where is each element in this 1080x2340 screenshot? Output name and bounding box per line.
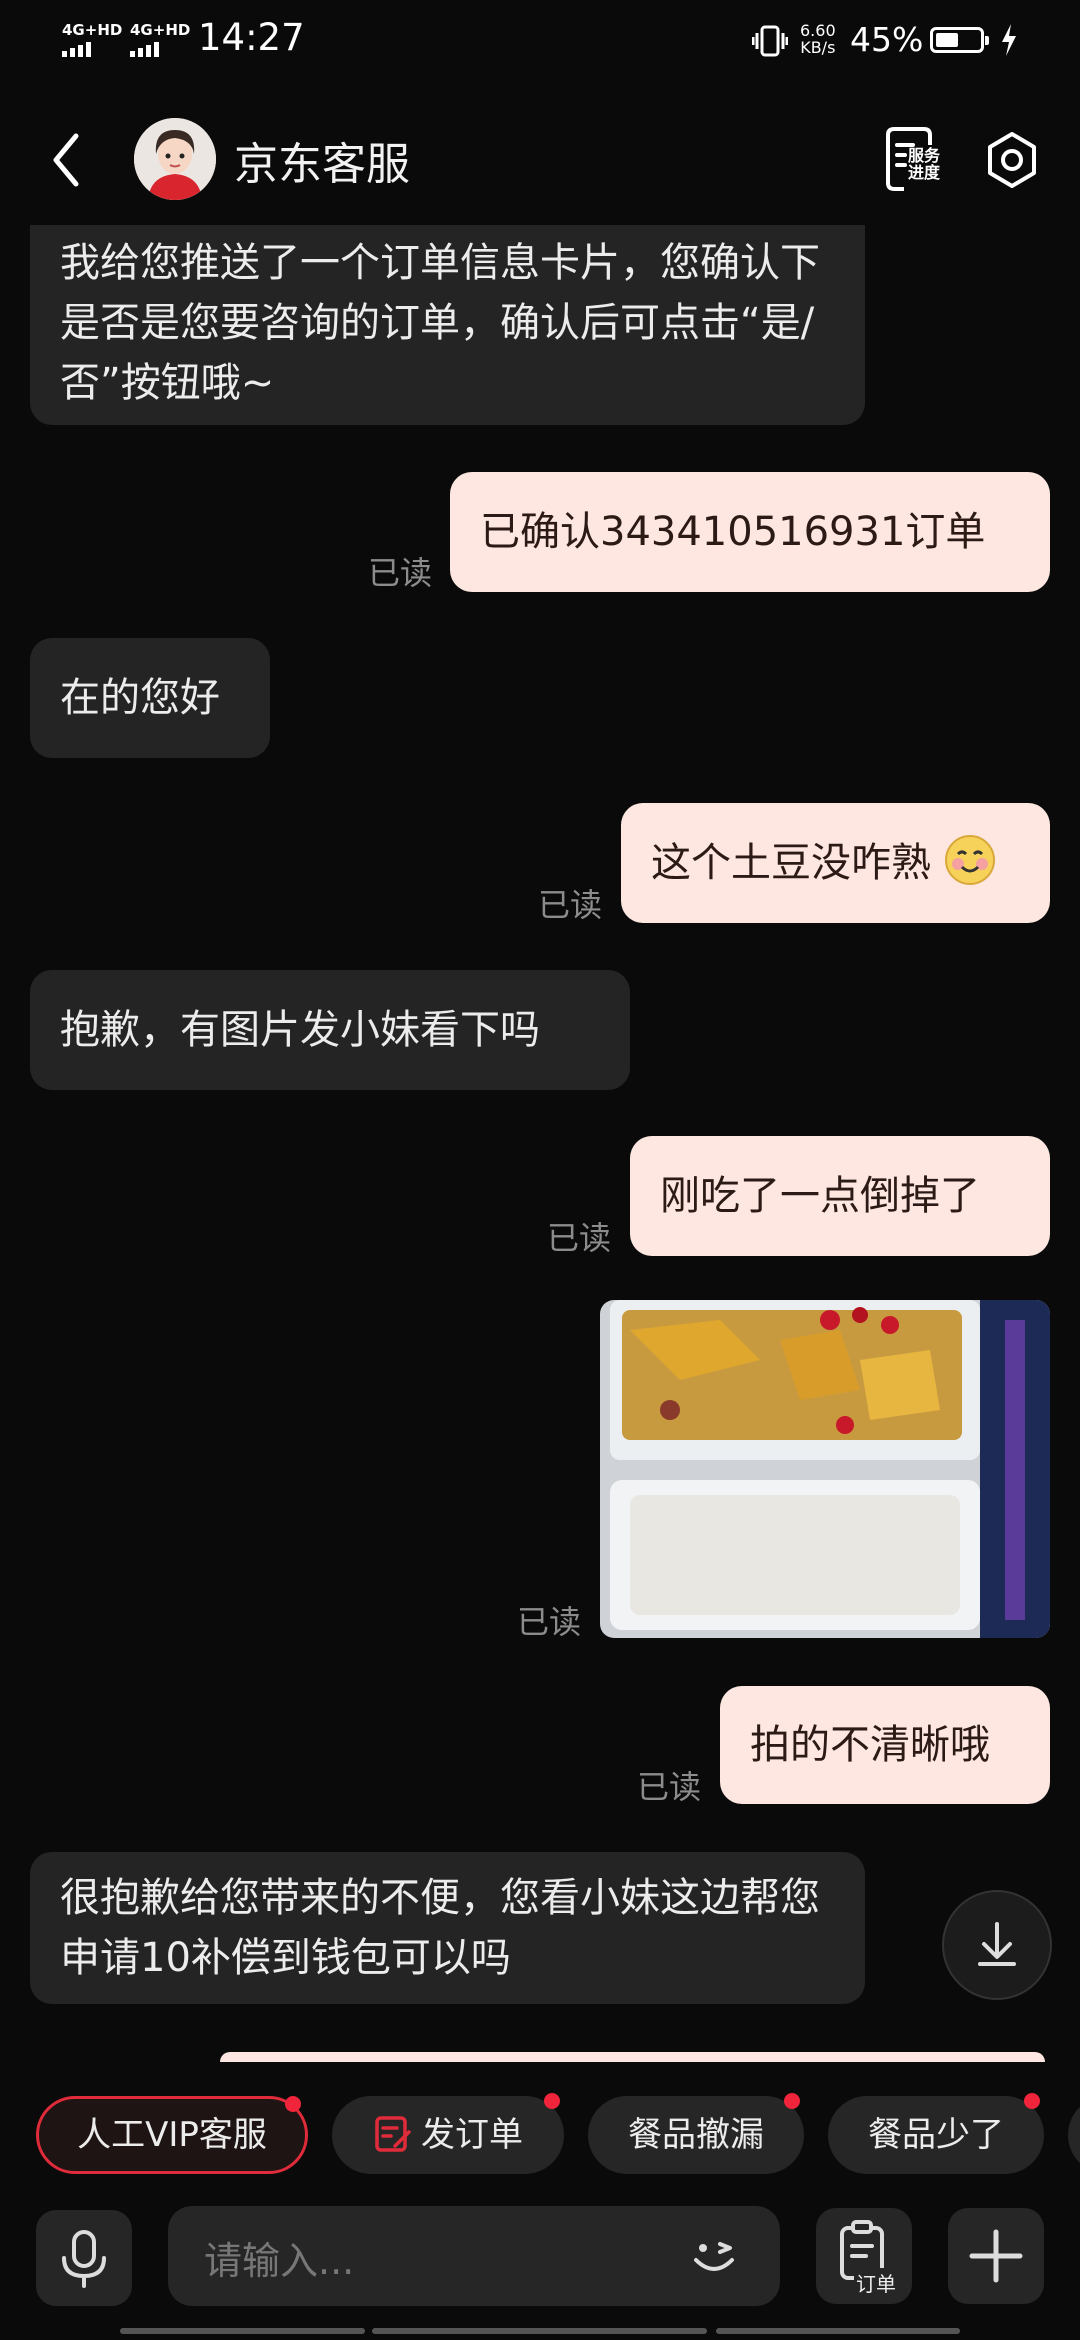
- chat-header: 京东客服 服务进度: [0, 110, 1080, 210]
- chip-label: 发订单: [421, 2115, 523, 2155]
- signal-sim1: 4G+HD: [62, 22, 122, 57]
- edit-order-icon: [375, 2116, 411, 2152]
- download-arrow-icon: [978, 1922, 1016, 1966]
- smiling-face-icon: [944, 835, 995, 885]
- charging-icon: [1002, 24, 1016, 56]
- signal-sim2: 4G+HD: [130, 22, 190, 57]
- message-bubble-user: 已确认343410516931订单: [450, 472, 1050, 592]
- agent-avatar-icon: [134, 118, 216, 200]
- chip-more[interactable]: [1068, 2096, 1080, 2174]
- nav-indicator: [372, 2328, 707, 2334]
- message-bubble-agent: 抱歉，有图片发小妹看下吗: [30, 970, 630, 1090]
- voice-input-button[interactable]: [36, 2210, 132, 2306]
- page-title: 京东客服: [234, 139, 410, 190]
- message-bubble-agent: 我给您推送了一个订单信息卡片，您确认下是否是您要咨询的订单，确认后可点击“是/否…: [30, 225, 865, 425]
- service-progress-button[interactable]: 服务进度: [880, 125, 950, 195]
- message-bubble-agent: 很抱歉给您带来的不便，您看小妹这边帮您申请10补偿到钱包可以吗: [30, 1852, 865, 2004]
- clock: 14:27: [198, 16, 305, 59]
- battery-icon: [930, 27, 989, 53]
- message-bubble-user: 这个土豆没咋熟: [621, 803, 1050, 923]
- chip-vip-service[interactable]: 人工VIP客服: [36, 2096, 308, 2174]
- settings-icon[interactable]: [982, 130, 1042, 190]
- message-bubble-agent: 在的您好: [30, 638, 270, 758]
- plus-icon: [969, 2229, 1023, 2283]
- battery-percent: 45%: [850, 20, 924, 59]
- chip-label: 餐品撤漏: [628, 2115, 764, 2155]
- status-bar: 4G+HD 4G+HD 14:27 6.60 KB/s 45%: [0, 0, 1080, 80]
- microphone-icon: [62, 2230, 106, 2288]
- avatar[interactable]: [134, 118, 216, 200]
- order-button[interactable]: 订单: [816, 2208, 912, 2304]
- read-receipt: 已读: [368, 554, 433, 592]
- more-actions-button[interactable]: [948, 2208, 1044, 2304]
- food-photo: [600, 1300, 1050, 1638]
- read-receipt: 已读: [538, 886, 603, 924]
- notification-dot: [544, 2093, 560, 2109]
- notification-dot: [285, 2096, 301, 2112]
- read-receipt: 已读: [637, 1768, 702, 1806]
- network-type-label: 4G+HD: [130, 21, 191, 39]
- back-arrow-icon[interactable]: [48, 130, 88, 190]
- quick-reply-bar: 人工VIP客服 发订单 餐品撤漏 餐品少了: [0, 2090, 1080, 2180]
- nav-indicator: [120, 2328, 365, 2334]
- read-receipt: 已读: [517, 1603, 582, 1641]
- network-speed: 6.60 KB/s: [800, 22, 836, 56]
- scroll-to-bottom-button[interactable]: [942, 1890, 1052, 2000]
- notification-dot: [1024, 2093, 1040, 2109]
- chip-less-food[interactable]: 餐品少了: [828, 2093, 1044, 2174]
- next-message-peek: [220, 2052, 1045, 2062]
- speed-unit: KB/s: [800, 38, 836, 57]
- chip-send-order[interactable]: 发订单: [332, 2093, 564, 2174]
- message-text: 这个土豆没咋熟: [651, 840, 931, 886]
- message-bubble-user: 刚吃了一点倒掉了: [630, 1136, 1050, 1256]
- nav-indicator: [716, 2328, 960, 2334]
- notification-dot: [784, 2093, 800, 2109]
- network-type-label: 4G+HD: [62, 21, 123, 39]
- chip-missing-item[interactable]: 餐品撤漏: [588, 2093, 804, 2174]
- read-receipt: 已读: [547, 1219, 612, 1257]
- chip-label: 人工VIP客服: [77, 2115, 267, 2155]
- message-bubble-user: 拍的不清晰哦: [720, 1686, 1050, 1804]
- message-input[interactable]: 请输入...: [168, 2206, 780, 2306]
- speed-value: 6.60: [800, 21, 836, 40]
- vibrate-icon: [752, 25, 788, 57]
- food-photo-message[interactable]: [600, 1300, 1050, 1638]
- input-placeholder: 请输入...: [204, 2239, 355, 2283]
- emoji-icon[interactable]: [686, 2228, 742, 2284]
- chip-label: 餐品少了: [868, 2115, 1004, 2155]
- service-progress-label: 服务进度: [908, 146, 941, 182]
- order-button-label: 订单: [854, 2268, 898, 2297]
